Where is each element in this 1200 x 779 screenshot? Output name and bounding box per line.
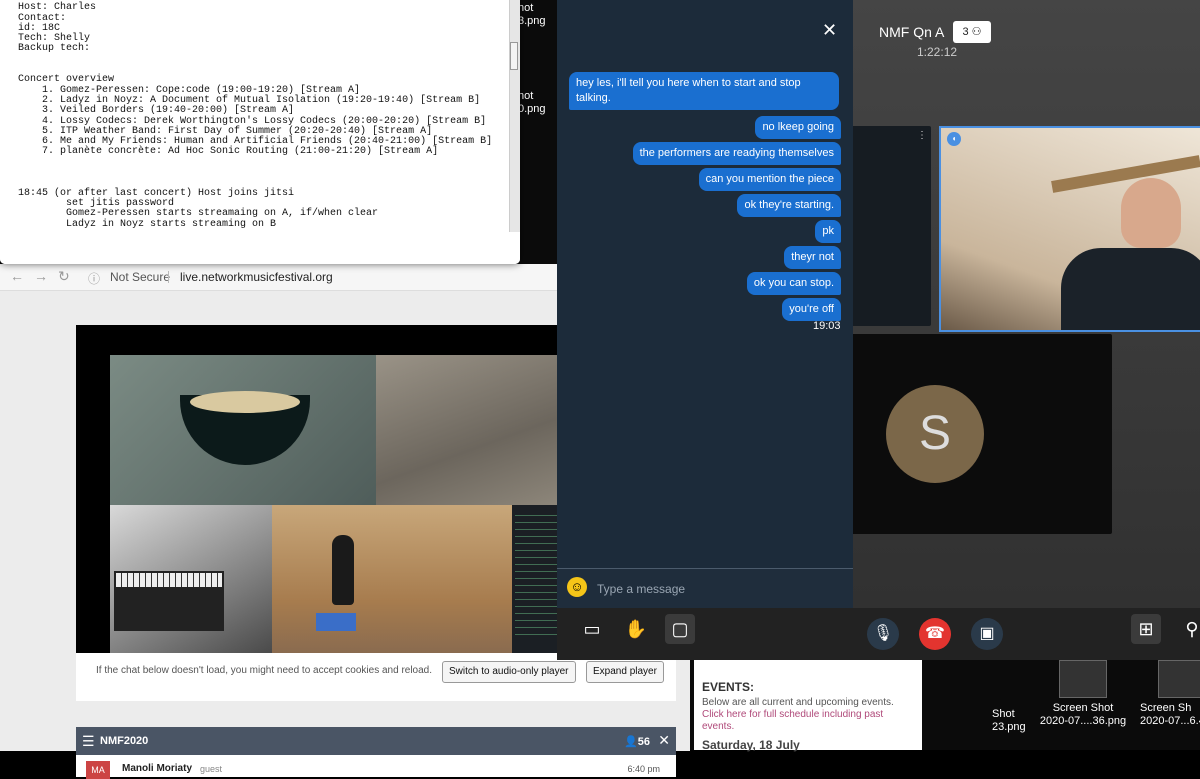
events-heading: EVENTS: <box>702 680 755 694</box>
editor-line: Gomez-Peressen starts streamaing on A, i… <box>18 208 379 220</box>
chat-bubble: you're off <box>782 298 841 321</box>
participants-icon: ⚇ <box>971 26 982 38</box>
video-feed-dancer <box>272 505 512 653</box>
raise-hand-icon[interactable]: ✋ <box>621 614 651 644</box>
message-input[interactable]: Type a message <box>597 582 685 596</box>
more-options-icon[interactable]: ⋮ <box>917 130 927 141</box>
chat-input-bar: ☺ Type a message <box>557 568 853 609</box>
text-editor-window: Time: 19:00-22:00Host: CharlesContact:id… <box>0 0 520 264</box>
expand-player-button[interactable]: Expand player <box>586 661 664 683</box>
editor-scrollbar[interactable] <box>509 0 520 232</box>
chat-header: ☰ NMF2020 👤56 ✕ <box>76 727 676 755</box>
chat-bubble: theyr not <box>784 246 841 269</box>
player-notice: If the chat below doesn't load, you migh… <box>76 653 676 701</box>
emoji-icon[interactable]: ☺ <box>567 577 587 597</box>
events-text: Below are all current and upcoming event… <box>702 697 894 732</box>
desktop-file-icon[interactable]: Shot 23.png <box>992 708 1032 734</box>
chat-timestamp: 6:40 pm <box>627 764 660 774</box>
chat-bubble: ok you can stop. <box>746 272 841 295</box>
chat-panel: ✕ hey les, i'll tell you here when to st… <box>557 0 853 609</box>
url-divider <box>168 271 169 283</box>
chat-username: Manoli Moriaty <box>122 763 193 774</box>
chat-bubble: pk <box>815 220 841 243</box>
address-bar[interactable]: live.networkmusicfestival.org <box>180 270 333 284</box>
screenshot-thumbnail <box>1158 660 1200 698</box>
editor-line: Backup tech: <box>18 43 91 55</box>
chat-user-role: guest <box>200 764 223 774</box>
screen-share-icon[interactable]: ▭ <box>577 614 607 644</box>
editor-line: Contact: <box>18 12 67 24</box>
security-label: Not Secure <box>110 270 171 284</box>
editor-bottom-area <box>0 234 520 264</box>
speaker-tile[interactable]: ◖ <box>939 126 1200 332</box>
reload-icon[interactable]: ↻ <box>58 268 70 285</box>
desktop-file-icon[interactable]: hot 0.png <box>518 90 558 116</box>
forward-icon[interactable]: → <box>34 268 48 284</box>
camera-off-icon[interactable]: ▣ <box>971 618 1003 650</box>
close-chat-icon[interactable]: ✕ <box>822 20 837 41</box>
mute-mic-icon[interactable]: 🎙 <box>867 618 899 650</box>
chat-bubble: can you mention the piece <box>698 168 841 191</box>
chat-bubble: the performers are readying themselves <box>632 142 841 165</box>
screenshot-thumbnail <box>1059 660 1107 698</box>
info-icon[interactable]: ⓘ <box>88 270 100 287</box>
full-schedule-link[interactable]: Click here for full schedule including p… <box>702 709 883 732</box>
participant-count[interactable]: 3 ⚇ <box>953 21 991 43</box>
user-icon: 👤 <box>624 736 638 748</box>
chat-bubble: hey les, i'll tell you here when to star… <box>569 72 839 110</box>
events-panel: EVENTS: Below are all current and upcomi… <box>694 660 922 752</box>
desktop-file-icon[interactable]: Screen Sh 2020-07...6.4 <box>1140 660 1200 728</box>
editor-text[interactable]: Time: 19:00-22:00Host: CharlesContact:id… <box>18 0 492 250</box>
chat-timestamp: 19:03 <box>813 320 841 332</box>
conference-toolbar: ▭ ✋ ▢ 🎙 ☎ ▣ ⊞ ⚲ <box>557 608 1200 660</box>
conference-timer: 1:22:12 <box>917 45 958 59</box>
hangup-icon[interactable]: ☎ <box>919 618 951 650</box>
user-count: 👤56 <box>624 736 650 748</box>
jitsi-window: ⋮ ◖ ✕ ✕ S NMF Qn A 3 ⚇ 1:22:12 ✕ hey les… <box>557 0 1200 660</box>
desktop-file-icon[interactable]: Screen Shot 2020-07....36.png <box>1038 660 1128 728</box>
conference-name: NMF Qn A <box>879 24 945 40</box>
back-icon[interactable]: ← <box>10 268 24 284</box>
editor-line: Host: Charles <box>18 2 97 14</box>
participant-avatar: S <box>886 385 984 483</box>
dominant-speaker-icon: ◖ <box>947 132 961 146</box>
tile-view-icon[interactable]: ⊞ <box>1131 614 1161 644</box>
avatar: MA <box>86 761 110 779</box>
chat-toggle-icon[interactable]: ▢ <box>665 614 695 644</box>
chat-message: MA Manoli Moriaty guest 6:40 pm <box>76 755 676 779</box>
scrollbar-thumb[interactable] <box>510 42 518 70</box>
hamburger-menu-icon[interactable]: ☰ <box>82 733 95 750</box>
close-icon[interactable]: ✕ <box>658 732 670 749</box>
chat-bubble: ok they're starting. <box>737 194 841 217</box>
video-feed-bowl <box>110 355 376 505</box>
chat-bubble: no lkeep going <box>755 116 841 139</box>
cookie-notice-text: If the chat below doesn't load, you migh… <box>96 665 433 676</box>
chat-room-name: NMF2020 <box>100 735 149 747</box>
invite-icon[interactable]: ⚲ <box>1177 614 1200 644</box>
video-feed-ground <box>376 355 558 505</box>
editor-line: Ladyz in Noyz starts streaming on B <box>18 218 277 230</box>
desktop-file-icon[interactable]: hot 3.png <box>518 2 558 28</box>
audio-only-button[interactable]: Switch to audio-only player <box>442 661 576 683</box>
video-feed-synth <box>110 505 272 653</box>
editor-line: 7. planète concrète: Ad Hoc Sonic Routin… <box>18 146 439 158</box>
